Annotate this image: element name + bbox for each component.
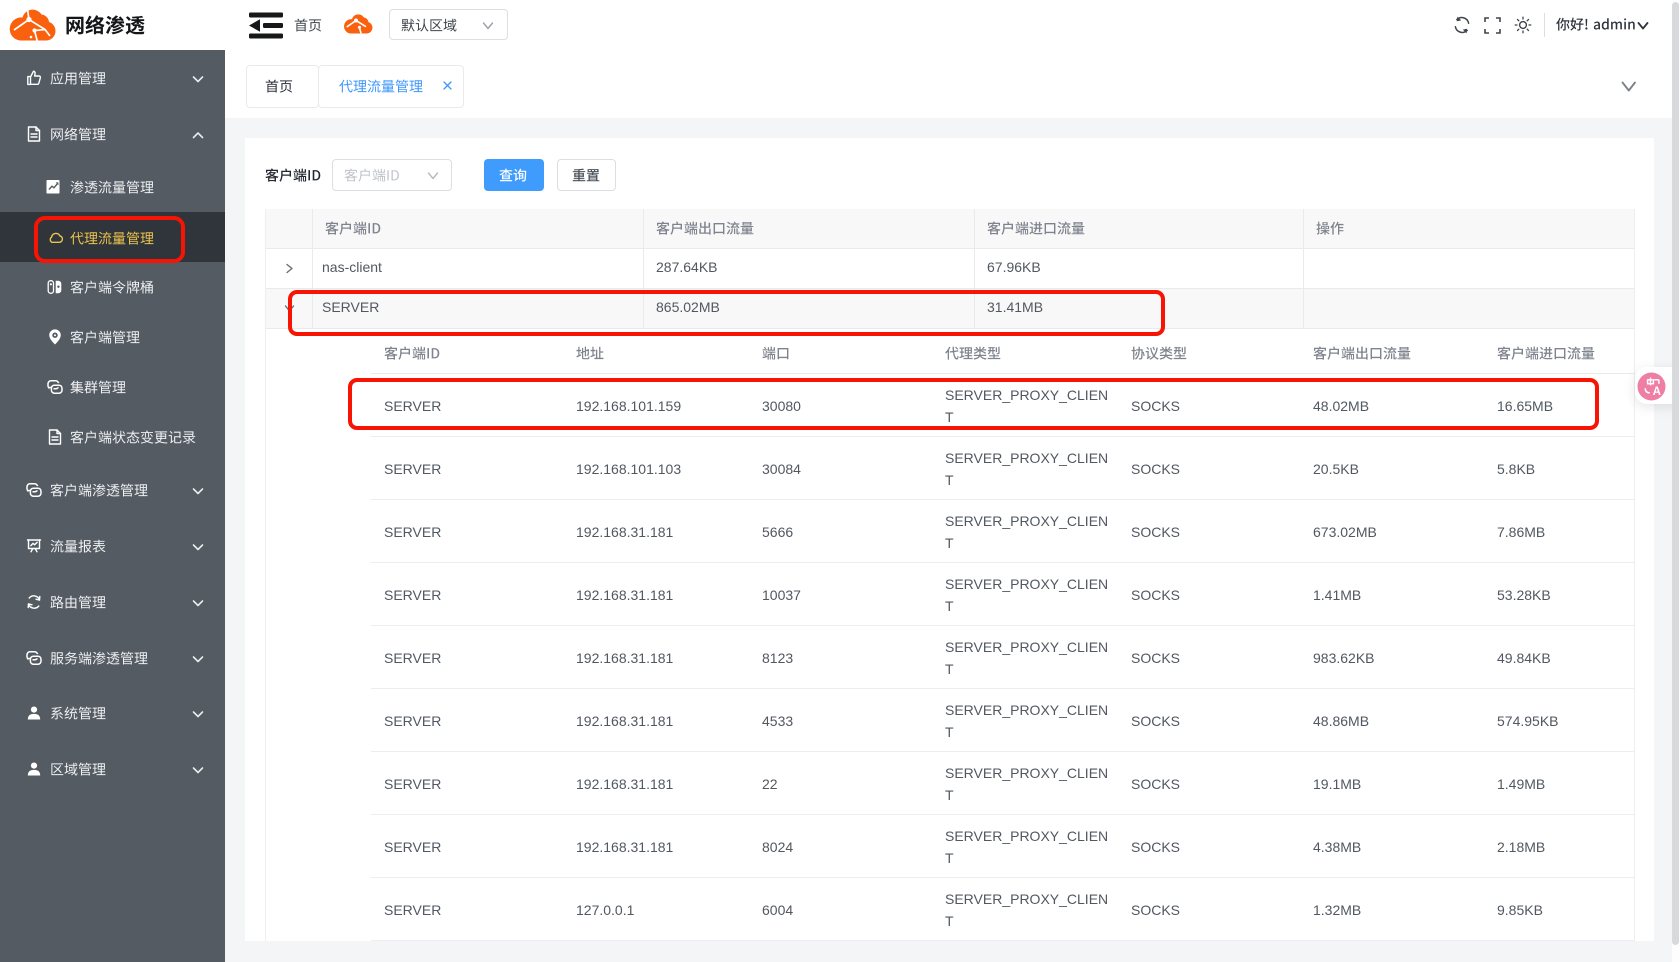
svg-text:A: A	[1653, 386, 1661, 398]
